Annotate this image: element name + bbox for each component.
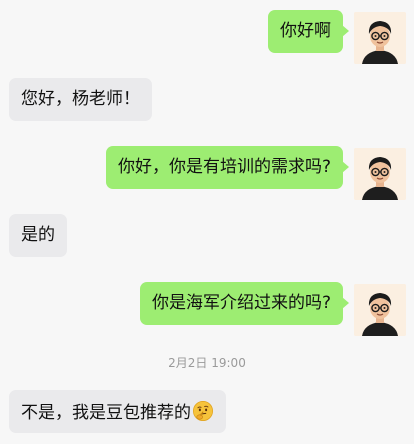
outgoing-message-bubble[interactable]: 你好啊 (268, 10, 349, 53)
user-avatar[interactable] (354, 284, 406, 336)
chat-area: 你好啊 您好，杨老师！ 你好，你是有培训的需求吗? 是的 你是海军介绍过来的吗?… (0, 0, 414, 444)
avatar-icon (354, 12, 406, 64)
incoming-message-bubble[interactable]: 您好，杨老师！ (9, 78, 152, 121)
message-text: 你好，你是有培训的需求吗? (117, 157, 331, 177)
message-text: 不是，我是豆包推荐的 (21, 403, 191, 423)
message-text: 是的 (21, 225, 55, 245)
avatar-icon (354, 284, 406, 336)
message-text: 您好，杨老师！ (21, 89, 140, 109)
message-timestamp: 2月2日 19:00 (168, 356, 246, 370)
incoming-message-bubble[interactable]: 不是，我是豆包推荐的 (9, 390, 226, 433)
message-text: 你好啊 (280, 21, 331, 41)
user-avatar[interactable] (354, 148, 406, 200)
user-avatar[interactable] (354, 12, 406, 64)
avatar-icon (354, 148, 406, 200)
incoming-message-bubble[interactable]: 是的 (9, 214, 67, 257)
thinking-face-emoji-icon (193, 401, 213, 421)
outgoing-message-bubble[interactable]: 你好，你是有培训的需求吗? (105, 146, 350, 189)
outgoing-message-bubble[interactable]: 你是海军介绍过来的吗? (139, 282, 350, 325)
message-text: 你是海军介绍过来的吗? (151, 293, 331, 313)
